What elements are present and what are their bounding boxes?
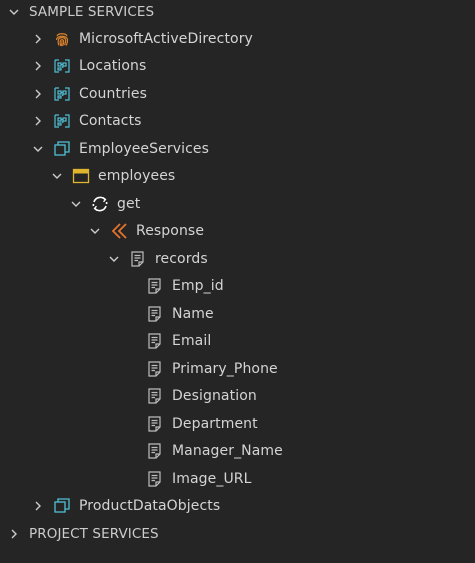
service-explorer-tree: SAMPLE SERVICES MicrosoftActiveDirectory: [0, 0, 475, 563]
tree-item-label: Image_URL: [172, 470, 252, 487]
tree-item-label: Email: [172, 332, 212, 349]
tree-item-label: Contacts: [79, 112, 142, 129]
chevron-right-icon[interactable]: [31, 59, 45, 73]
document-icon: [146, 277, 164, 295]
tree-item-label: MicrosoftActiveDirectory: [79, 30, 253, 47]
tree-item-label: employees: [98, 167, 176, 184]
tree-item-label: EmployeeServices: [79, 140, 209, 157]
tree-item-response[interactable]: Response: [0, 217, 475, 244]
chevron-right-icon[interactable]: [31, 87, 45, 101]
data-object-icon: [53, 112, 71, 130]
tree-item-field[interactable]: Designation: [0, 382, 475, 409]
tree-item-field[interactable]: Manager_Name: [0, 437, 475, 464]
chevron-down-icon[interactable]: [88, 224, 102, 238]
get-method-icon: [91, 195, 109, 213]
tree-item-label: Name: [172, 305, 214, 322]
tree-item-label: Response: [136, 222, 205, 239]
tree-item-label: Department: [172, 415, 258, 432]
service-icon: [53, 497, 71, 515]
chevron-down-icon[interactable]: [31, 142, 45, 156]
tree-item-field[interactable]: Image_URL: [0, 465, 475, 492]
tree-item-label: Emp_id: [172, 277, 224, 294]
chevron-down-icon[interactable]: [69, 197, 83, 211]
tree-item-label: get: [117, 195, 141, 212]
document-icon: [146, 305, 164, 323]
tree-item-label: Designation: [172, 387, 257, 404]
chevron-down-icon[interactable]: [107, 252, 121, 266]
tree-item-field[interactable]: Email: [0, 327, 475, 354]
document-icon: [146, 332, 164, 350]
document-icon: [146, 442, 164, 460]
document-icon: [129, 250, 147, 268]
tree-item-field[interactable]: Emp_id: [0, 272, 475, 299]
fingerprint-icon: [53, 30, 71, 48]
tree-item-contacts[interactable]: Contacts: [0, 107, 475, 134]
tree-item-label: Primary_Phone: [172, 360, 278, 377]
tree-item-label: Countries: [79, 85, 148, 102]
document-icon: [146, 470, 164, 488]
tree-item-microsoft-active-directory[interactable]: MicrosoftActiveDirectory: [0, 25, 475, 52]
data-object-icon: [53, 57, 71, 75]
chevron-down-icon[interactable]: [50, 169, 64, 183]
tree-item-locations[interactable]: Locations: [0, 52, 475, 79]
section-title: PROJECT SERVICES: [29, 525, 159, 542]
response-icon: [110, 222, 128, 240]
tree-item-records[interactable]: records: [0, 245, 475, 272]
data-object-icon: [53, 85, 71, 103]
section-title: SAMPLE SERVICES: [29, 3, 155, 20]
tree-item-field[interactable]: Name: [0, 300, 475, 327]
service-icon: [53, 140, 71, 158]
tree-item-label: Manager_Name: [172, 442, 283, 459]
chevron-right-icon[interactable]: [31, 499, 45, 513]
tree-item-label: Locations: [79, 57, 147, 74]
tree-item-product-data-objects[interactable]: ProductDataObjects: [0, 492, 475, 519]
resource-icon: [72, 167, 90, 185]
section-project-services[interactable]: PROJECT SERVICES: [0, 520, 475, 547]
section-sample-services[interactable]: SAMPLE SERVICES: [0, 0, 475, 25]
document-icon: [146, 387, 164, 405]
tree-item-label: ProductDataObjects: [79, 497, 221, 514]
tree-item-employees[interactable]: employees: [0, 162, 475, 189]
chevron-right-icon[interactable]: [31, 114, 45, 128]
chevron-right-icon[interactable]: [7, 527, 21, 541]
document-icon: [146, 360, 164, 378]
chevron-down-icon[interactable]: [7, 5, 21, 19]
tree-item-get[interactable]: get: [0, 190, 475, 217]
tree-item-field[interactable]: Department: [0, 410, 475, 437]
chevron-right-icon[interactable]: [31, 32, 45, 46]
tree-item-countries[interactable]: Countries: [0, 80, 475, 107]
tree-item-employee-services[interactable]: EmployeeServices: [0, 135, 475, 162]
document-icon: [146, 415, 164, 433]
tree-item-field[interactable]: Primary_Phone: [0, 355, 475, 382]
tree-item-label: records: [155, 250, 208, 267]
